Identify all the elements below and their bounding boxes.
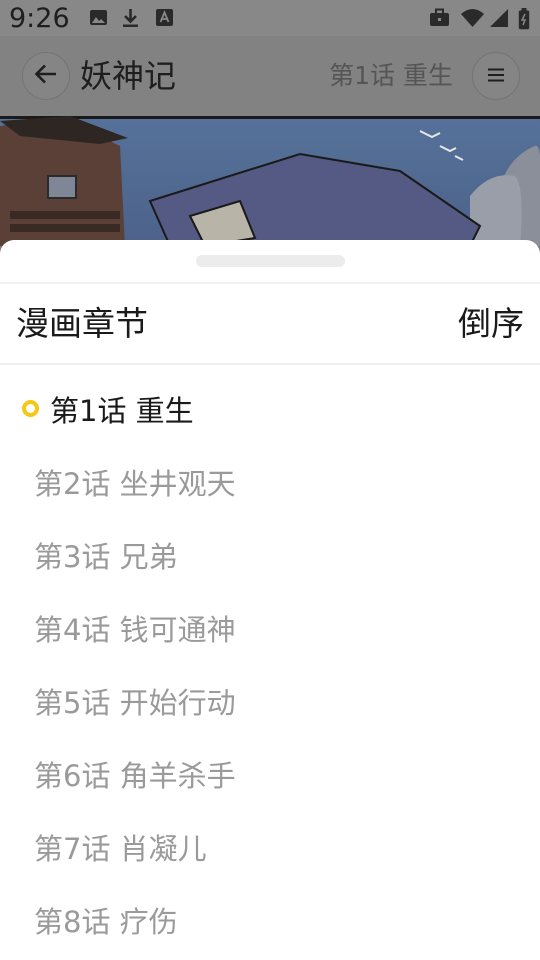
wifi-icon xyxy=(460,8,485,32)
arrow-left-icon xyxy=(34,63,58,89)
chapter-label: 第8话 疗伤 xyxy=(34,904,178,939)
chapter-item[interactable]: 第8话 疗伤 xyxy=(0,883,540,956)
briefcase-icon xyxy=(429,8,450,32)
sheet-title: 漫画章节 xyxy=(16,304,148,343)
signal-icon xyxy=(489,8,509,32)
app-header: 妖神记 第1话 重生 xyxy=(0,36,540,116)
chapter-label: 第2话 坐井观天 xyxy=(34,466,236,501)
download-icon xyxy=(121,8,140,32)
status-bar: 9:26 xyxy=(0,0,540,36)
chapter-bottom-sheet: 漫画章节 倒序 第1话 重生 第2话 坐井观天 第3话 兄弟 第4话 钱可通神 … xyxy=(0,240,540,960)
chapter-item[interactable]: 第5话 开始行动 xyxy=(0,664,540,737)
comic-title: 妖神记 xyxy=(80,57,177,95)
back-button[interactable] xyxy=(22,52,70,100)
chapter-label: 第3话 兄弟 xyxy=(34,539,178,574)
current-chapter-label[interactable]: 第1话 重生 xyxy=(329,60,453,92)
chapter-list: 第1话 重生 第2话 坐井观天 第3话 兄弟 第4话 钱可通神 第5话 开始行动… xyxy=(0,372,540,956)
chapter-label: 第1话 重生 xyxy=(50,393,194,428)
text-icon xyxy=(155,8,174,31)
chapter-item[interactable]: 第6话 角羊杀手 xyxy=(0,737,540,810)
chapter-item[interactable]: 第7话 肖凝儿 xyxy=(0,810,540,883)
image-icon xyxy=(89,8,108,31)
menu-button[interactable] xyxy=(472,52,520,100)
chapter-item[interactable]: 第4话 钱可通神 xyxy=(0,591,540,664)
menu-icon xyxy=(487,67,505,86)
divider xyxy=(0,282,540,284)
chapter-label: 第5话 开始行动 xyxy=(34,685,236,720)
battery-icon xyxy=(518,8,530,34)
current-chapter-dot-icon xyxy=(22,400,39,417)
drag-handle[interactable] xyxy=(196,255,345,267)
sort-order-button[interactable]: 倒序 xyxy=(458,302,524,346)
chapter-label: 第7话 肖凝儿 xyxy=(34,831,207,866)
chapter-item[interactable]: 第2话 坐井观天 xyxy=(0,445,540,518)
chapter-item[interactable]: 第1话 重生 xyxy=(0,372,540,445)
chapter-item[interactable]: 第3话 兄弟 xyxy=(0,518,540,591)
comic-page-image xyxy=(0,116,540,246)
chapter-label: 第6话 角羊杀手 xyxy=(34,758,236,793)
chapter-label: 第4话 钱可通神 xyxy=(34,612,236,647)
status-time: 9:26 xyxy=(9,3,70,34)
divider xyxy=(0,363,540,365)
